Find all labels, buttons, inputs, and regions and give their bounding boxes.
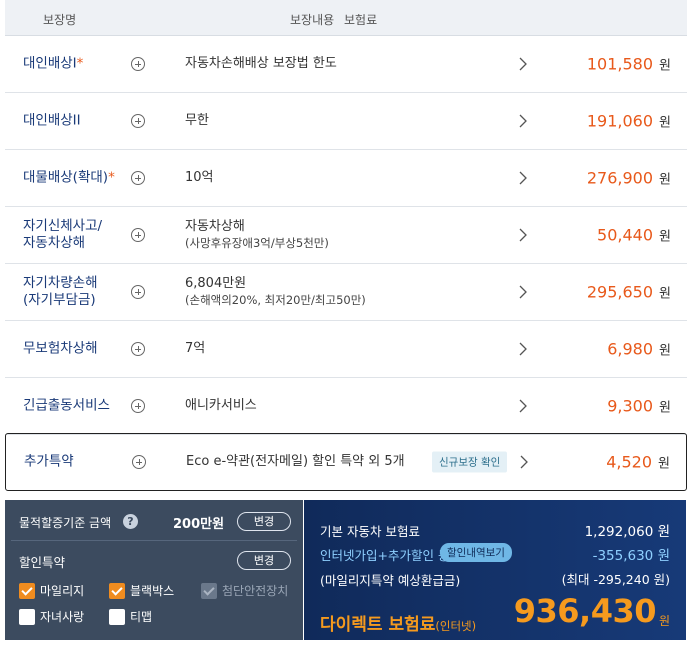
checkbox-child-love[interactable]: 자녀사랑 (19, 609, 84, 625)
table-row[interactable]: 자기차량손해 (자기부담금) 6,804만원 (손해액의20%, 최저20만/최고5… (5, 264, 687, 321)
coverage-name: 자기차량손해 (자기부담금) (23, 275, 98, 308)
table-row-selected[interactable]: 추가특약 Eco e-약관(전자메일) 할인 특약 외 5개 신규보장 확인 4… (5, 433, 687, 491)
table-row[interactable]: 대인배상II 무한 191,060 원 (5, 93, 687, 150)
plus-circle-icon[interactable] (131, 285, 145, 299)
coverage-price: 4,520 (606, 452, 652, 472)
coverage-name: 무보험차상해 (23, 340, 98, 357)
currency-unit: 원 (659, 58, 671, 74)
discount-value: -355,630 원 (592, 548, 670, 564)
discount-label: 인터넷가입+추가할인 등 (320, 548, 450, 563)
checkbox-icon (109, 583, 125, 599)
help-icon[interactable]: ? (123, 514, 138, 529)
checkbox-icon (201, 583, 217, 599)
direct-premium-label: 다이렉트 보험료(인터넷) (320, 615, 477, 635)
table-row[interactable]: 무보험차상해 7억 6,980 원 (5, 321, 687, 378)
mileage-refund-value: (최대 -295,240 원) (561, 572, 670, 587)
change-discount-button[interactable]: 변경 (237, 551, 291, 570)
checkbox-tmap[interactable]: 티맵 (109, 609, 152, 625)
coverage-name: 대인배상II (23, 112, 81, 129)
coverage-price: 191,060 (586, 111, 653, 131)
currency-unit: 원 (658, 456, 670, 472)
currency-unit: 원 (659, 172, 671, 188)
new-coverage-badge[interactable]: 신규보장 확인 (432, 451, 508, 473)
plus-circle-icon[interactable] (131, 228, 145, 242)
change-amount-button[interactable]: 변경 (237, 512, 291, 531)
coverage-desc: 애니카서비스 (185, 398, 257, 413)
coverage-desc: Eco e-약관(전자메일) 할인 특약 외 5개 (186, 454, 405, 469)
coverage-desc: 자동차상해 (사망후유장애3억/부상5천만) (185, 219, 329, 250)
table-row[interactable]: 자기신체사고/자동차상해 자동차상해 (사망후유장애3억/부상5천만) 50,44… (5, 207, 687, 264)
chevron-right-icon[interactable] (519, 57, 527, 71)
checkbox-blackbox[interactable]: 블랙박스 (109, 583, 174, 599)
coverage-price: 295,650 (586, 282, 653, 302)
coverage-price: 9,300 (607, 396, 653, 416)
coverage-table: 보장명 보장내용 보험료 대인배상I* 자동차손해배상 보장법 한도 101,5… (5, 0, 687, 492)
discount-panel: 물적할증기준 금액 ? 200만원 변경 할인특약 변경 마일리지 블랙박스 첨… (5, 500, 303, 640)
table-header: 보장명 보장내용 보험료 (5, 0, 687, 36)
coverage-desc: 7억 (185, 341, 206, 356)
header-premium: 보험료 (344, 13, 378, 27)
total-premium: 936,430 (513, 592, 657, 630)
divider (11, 540, 297, 541)
coverage-name: 자기신체사고/자동차상해 (23, 218, 103, 251)
checkbox-icon (19, 583, 35, 599)
checkbox-icon (109, 609, 125, 625)
coverage-price: 6,980 (607, 339, 653, 359)
chevron-right-icon[interactable] (519, 285, 527, 299)
checkbox-safety-device: 첨단안전장치 (201, 583, 288, 599)
plus-circle-icon[interactable] (131, 342, 145, 356)
chevron-right-icon[interactable] (519, 228, 527, 242)
header-content: 보장내용 (290, 13, 335, 27)
currency-unit: 원 (659, 115, 671, 131)
coverage-name: 긴급출동서비스 (23, 397, 110, 414)
coverage-desc: 무한 (185, 113, 209, 128)
coverage-price: 276,900 (586, 168, 653, 188)
table-row[interactable]: 대인배상I* 자동차손해배상 보장법 한도 101,580 원 (5, 36, 687, 93)
table-row[interactable]: 긴급출동서비스 애니카서비스 9,300 원 (5, 378, 687, 435)
total-currency-unit: 원 (658, 614, 670, 628)
plus-circle-icon[interactable] (131, 57, 145, 71)
mileage-base-amount: 200만원 (173, 517, 225, 532)
plus-circle-icon[interactable] (131, 399, 145, 413)
mileage-base-label: 물적할증기준 금액 (19, 516, 112, 530)
chevron-right-icon[interactable] (519, 171, 527, 185)
coverage-price: 50,440 (597, 225, 653, 245)
currency-unit: 원 (659, 400, 671, 416)
checkbox-icon (19, 609, 35, 625)
chevron-right-icon[interactable] (519, 399, 527, 413)
coverage-name: 추가특약 (24, 453, 74, 470)
table-row[interactable]: 대물배상(확대)* 10억 276,900 원 (5, 150, 687, 207)
currency-unit: 원 (659, 286, 671, 302)
coverage-desc: 6,804만원 (손해액의20%, 최저20만/최고50만) (185, 276, 366, 307)
header-name: 보장명 (43, 13, 77, 27)
currency-unit: 원 (659, 343, 671, 359)
chevron-right-icon[interactable] (519, 342, 527, 356)
plus-circle-icon[interactable] (131, 114, 145, 128)
currency-unit: 원 (659, 229, 671, 245)
coverage-desc: 자동차손해배상 보장법 한도 (185, 56, 337, 71)
premium-summary-panel: 기본 자동차 보험료 1,292,060 원 인터넷가입+추가할인 등 할인내역… (304, 500, 686, 640)
plus-circle-icon[interactable] (131, 171, 145, 185)
mileage-refund-label: (마일리지특약 예상환급금) (320, 573, 461, 588)
checkbox-mileage[interactable]: 마일리지 (19, 583, 84, 599)
discount-details-button[interactable]: 할인내역보기 (440, 543, 512, 562)
chevron-right-icon[interactable] (520, 455, 528, 469)
base-premium-label: 기본 자동차 보험료 (320, 524, 420, 539)
coverage-price: 101,580 (586, 54, 653, 74)
coverage-name: 대인배상I* (23, 55, 84, 72)
plus-circle-icon[interactable] (132, 455, 146, 469)
coverage-desc: 10억 (185, 170, 214, 185)
base-premium-value: 1,292,060 원 (584, 524, 670, 540)
coverage-name: 대물배상(확대)* (23, 169, 115, 186)
chevron-right-icon[interactable] (519, 114, 527, 128)
discount-title: 할인특약 (19, 555, 66, 570)
